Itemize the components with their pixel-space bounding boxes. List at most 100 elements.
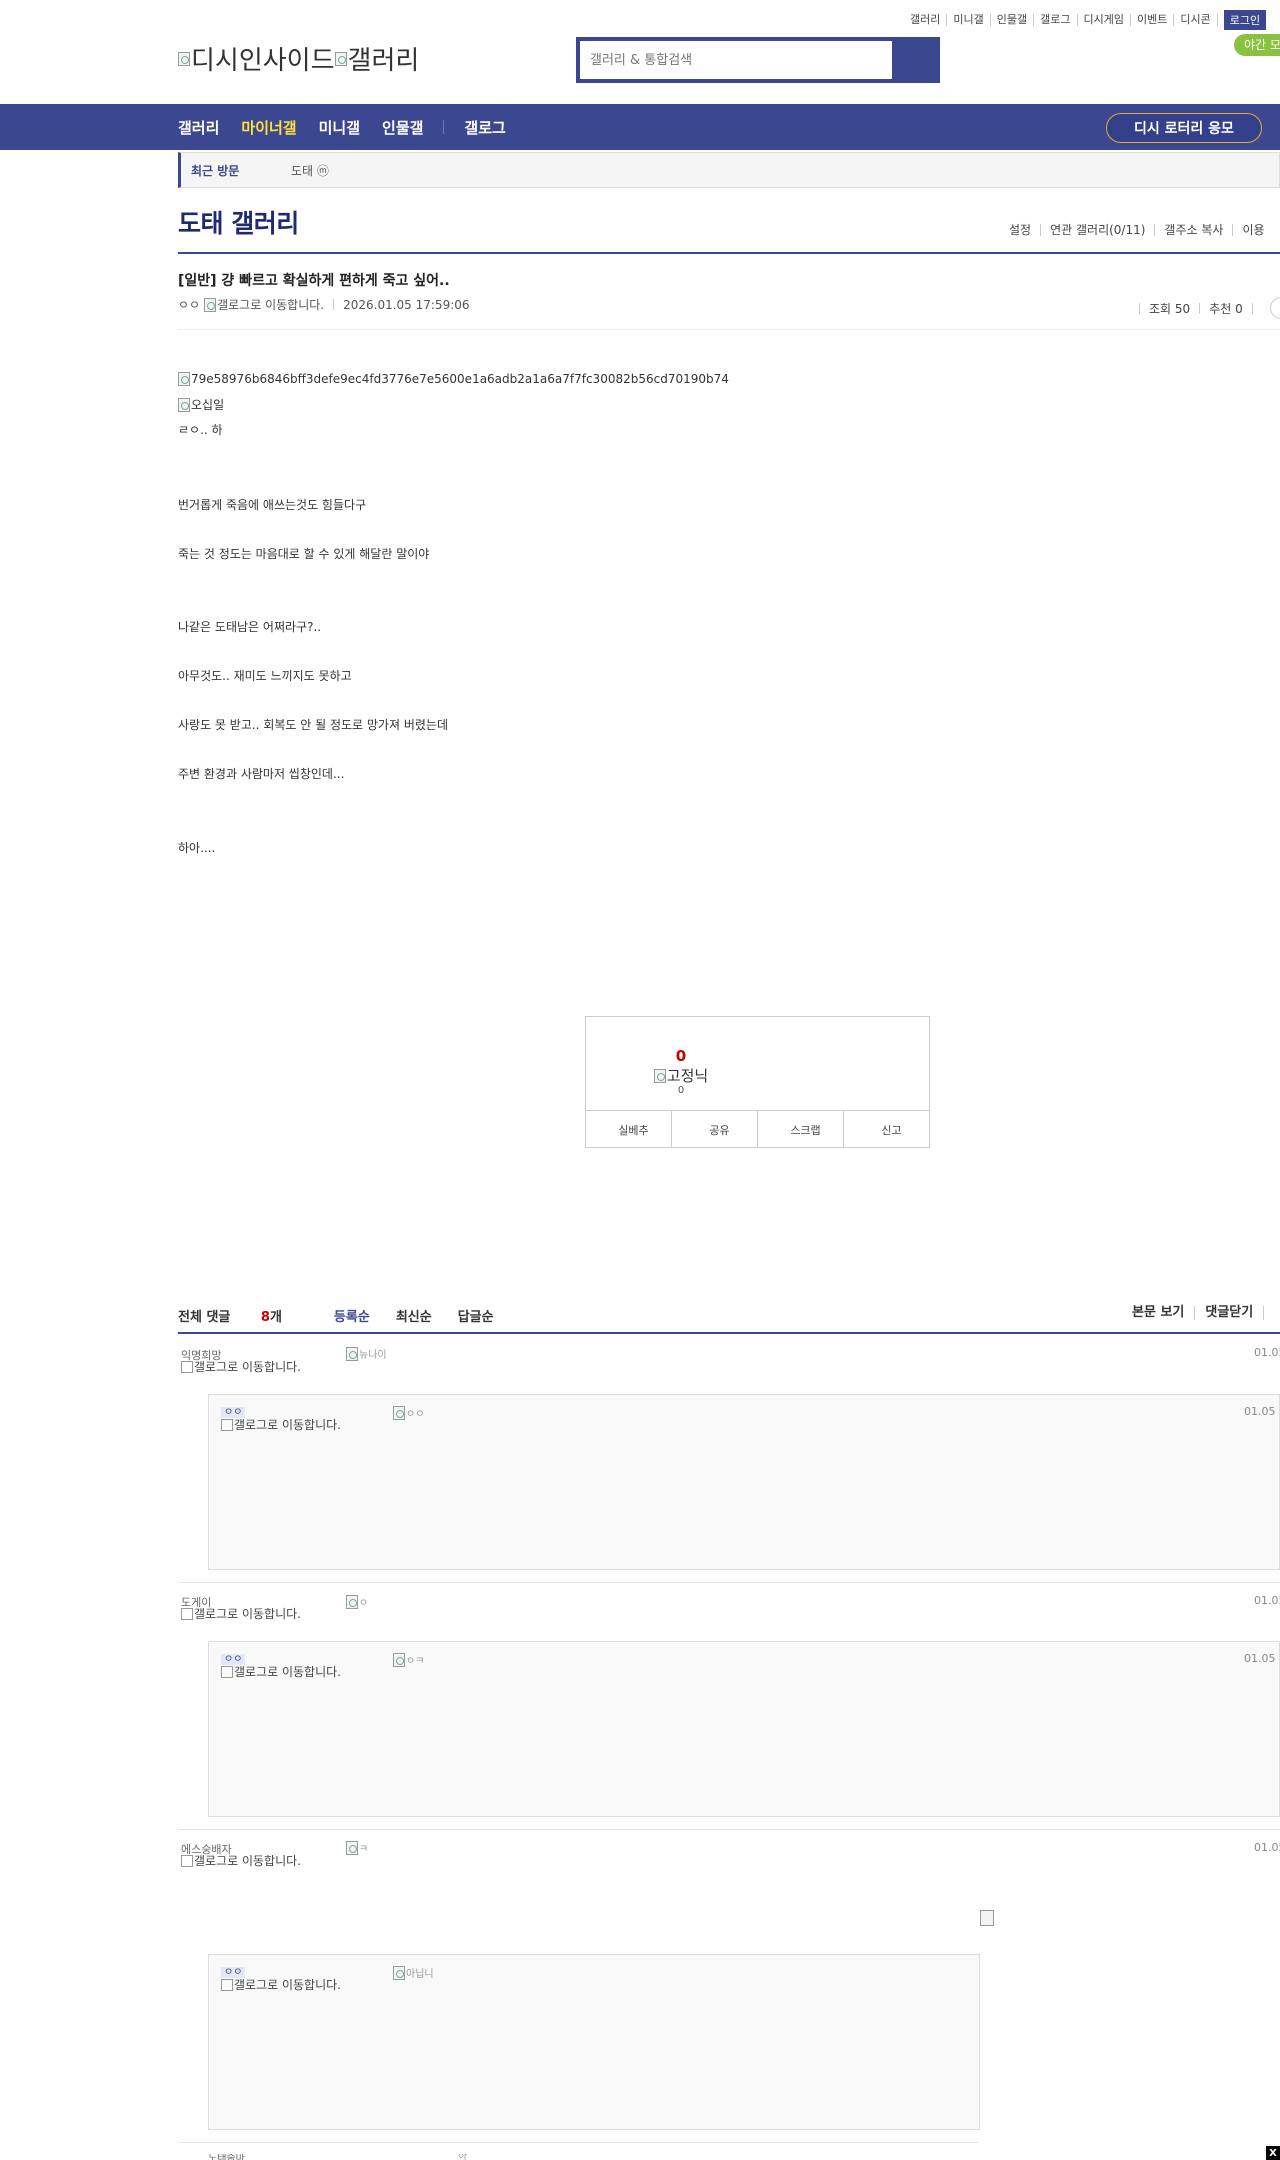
logo-main: 디시인사이드 [178, 40, 335, 77]
recent-visit-item[interactable]: 도태 ⓜ [291, 162, 329, 179]
broken-image-icon [178, 397, 190, 412]
post-image-2: 오십일 [178, 396, 224, 413]
top-link-event[interactable]: 이벤트 [1131, 14, 1175, 26]
broken-image-icon [178, 51, 190, 66]
login-button[interactable]: 로그인 [1223, 10, 1267, 30]
broken-image-icon [204, 297, 217, 312]
logo-sub: 갤러리 [334, 40, 419, 77]
search-input[interactable] [580, 41, 892, 79]
nav-divider [443, 120, 445, 134]
view-post-link[interactable]: 본문 보기 [1122, 1306, 1196, 1320]
scrap-button[interactable]: 스크랩 [758, 1111, 844, 1148]
lottery-button[interactable]: 디시 로터리 응모 [1106, 113, 1262, 143]
usage-link[interactable]: 이용 [1233, 224, 1273, 236]
reply-gallog-link[interactable]: 갤로그로 이동합니다. [221, 1419, 351, 1431]
comment-dccon: 하 [458, 2154, 468, 2160]
gallery-settings-link[interactable]: 설정 [1000, 224, 1042, 236]
nav-minigall[interactable]: 미니갤 [319, 117, 360, 138]
reply-date: 01.05 1 [1244, 1652, 1280, 1665]
recommend-count: 0 [675, 1047, 687, 1065]
recommend-box: 0 고정닉 0 실베추 공유 스크랩 신고 [585, 1016, 930, 1148]
copy-address-link[interactable]: 갤주소 복사 [1155, 224, 1234, 236]
reply-dccon: ㅇㅋ [393, 1652, 424, 1667]
search-icon [906, 52, 922, 68]
comment-author[interactable]: 도태줌마 [208, 2154, 245, 2160]
related-gallery-link[interactable]: 연관 갤러리(0/11) [1041, 224, 1156, 236]
site-logo[interactable]: 디시인사이드 갤러리 [178, 40, 419, 77]
best-recommend-button[interactable]: 실베추 [586, 1111, 672, 1148]
broken-image-icon [178, 372, 190, 386]
sort-by-register[interactable]: 등록순 [334, 1306, 370, 1325]
gallog-link[interactable]: 갤로그로 이동합니다. [204, 296, 324, 313]
nav-gallery[interactable]: 갤러리 [178, 117, 219, 138]
broken-image-icon [221, 1419, 233, 1431]
close-comments-link[interactable]: 댓글닫기 [1195, 1306, 1265, 1320]
comments-header: 전체 댓글 8개 등록순 최신순 답글순 본문 보기 댓글닫기 [178, 1302, 1280, 1334]
top-links: 갤러리 미니갤 인물갤 갤로그 디시게임 이벤트 디시콘 로그인 [904, 10, 1267, 30]
broken-image-icon [346, 1594, 358, 1609]
comment-total: 전체 댓글 8개 [178, 1310, 282, 1325]
post-date: 2026.01.05 17:59:06 [343, 297, 470, 312]
reply-author[interactable]: ㅇㅇ [221, 1654, 246, 1665]
top-link-dccon[interactable]: 디시콘 [1174, 14, 1218, 26]
reply-dccon: 아닙니 [393, 1965, 434, 1980]
comment-dccon: ㅋ [346, 1840, 368, 1855]
top-link-minigall[interactable]: 미니갤 [947, 14, 991, 26]
reply-gallog-link[interactable]: 갤로그로 이동합니다. [221, 1979, 351, 1991]
reply-author[interactable]: ㅇㅇ [221, 1967, 246, 1978]
comment-divider [178, 1829, 1280, 1830]
post-meta: ㅇㅇ 갤로그로 이동합니다. 2026.01.05 17:59:06 [178, 296, 470, 313]
reply-gallog-link[interactable]: 갤로그로 이동합니다. [221, 1666, 351, 1678]
main-nav: 갤러리 마이너갤 미니갤 인물갤 갤로그 디시 로터리 응모 [0, 104, 1280, 150]
broken-image-icon [181, 1608, 193, 1620]
top-link-gallog[interactable]: 갤로그 [1034, 14, 1078, 26]
comment-divider [178, 1582, 1280, 1583]
night-mode-button[interactable]: 야간 모드 [1234, 34, 1280, 56]
reply-date: 01.05 1 [1244, 1405, 1280, 1418]
fixed-nick-recommend-button[interactable]: 고정닉 [586, 1065, 776, 1086]
broken-image-icon [393, 1405, 405, 1420]
post-views: 조회 50 [1149, 301, 1191, 316]
fixed-nick-count: 0 [677, 1085, 685, 1096]
reply-dccon: ㅇㅇ [393, 1405, 424, 1420]
sort-by-reply[interactable]: 답글순 [458, 1306, 494, 1325]
search-button[interactable] [892, 41, 936, 79]
nav-gallog[interactable]: 갤로그 [464, 117, 505, 138]
broken-image-icon [221, 1666, 233, 1678]
top-link-dcgame[interactable]: 디시게임 [1078, 14, 1131, 26]
comment-date: 01.05 [1254, 1594, 1280, 1607]
close-ad-button[interactable]: X [1266, 2146, 1280, 2160]
top-link-gallery[interactable]: 갤러리 [904, 14, 948, 26]
report-button[interactable]: 신고 [844, 1111, 929, 1148]
post-header-divider [178, 329, 1280, 330]
comment-dccon: 뉴나이 [346, 1346, 387, 1361]
gallery-title[interactable]: 도태 갤러리 [178, 204, 299, 240]
broken-image-icon [393, 1652, 405, 1667]
reply-box: ㅇㅇ 갤로그로 이동합니다. 아닙니 [208, 1954, 980, 2130]
recent-visit-bar: 최근 방문 도태 ⓜ [178, 152, 1280, 188]
nav-minorgall[interactable]: 마이너갤 [241, 117, 296, 138]
post-body-line: 사랑도 못 받고.. 회복도 안 될 정도로 망가져 버렸는데 [178, 718, 448, 732]
broken-image-icon [181, 1855, 193, 1867]
broken-image-icon [346, 1346, 358, 1361]
post-author[interactable]: ㅇㅇ [178, 296, 200, 313]
share-button[interactable]: 공유 [672, 1111, 758, 1148]
more-options-icon[interactable] [1269, 297, 1280, 319]
comment-dccon: ㅇ [346, 1594, 368, 1609]
post-body-line: 하아.... [178, 841, 216, 855]
broken-image-icon [393, 1965, 405, 1980]
search-box [576, 37, 940, 83]
nav-persongall[interactable]: 인물갤 [382, 117, 423, 138]
post-body-line: 번거롭게 죽음에 애쓰는것도 힘들다구 [178, 498, 367, 512]
post-body-line: 아무것도.. 재미도 느끼지도 못하고 [178, 669, 352, 683]
broken-image-icon [181, 1361, 193, 1373]
comment-gallog-link[interactable]: 갤로그로 이동합니다. [181, 1608, 311, 1620]
sort-by-latest[interactable]: 최신순 [396, 1306, 432, 1325]
reply-author[interactable]: ㅇㅇ [221, 1407, 246, 1418]
comment-gallog-link[interactable]: 갤로그로 이동합니다. [181, 1855, 311, 1867]
comment-gallog-link[interactable]: 갤로그로 이동합니다. [181, 1361, 311, 1373]
post-recommends: 추천 0 [1209, 301, 1243, 316]
recent-visit-label[interactable]: 최근 방문 [191, 162, 291, 179]
top-link-persongall[interactable]: 인물갤 [991, 14, 1035, 26]
post-body-line: ㄹㅇ.. 하 [178, 423, 223, 437]
